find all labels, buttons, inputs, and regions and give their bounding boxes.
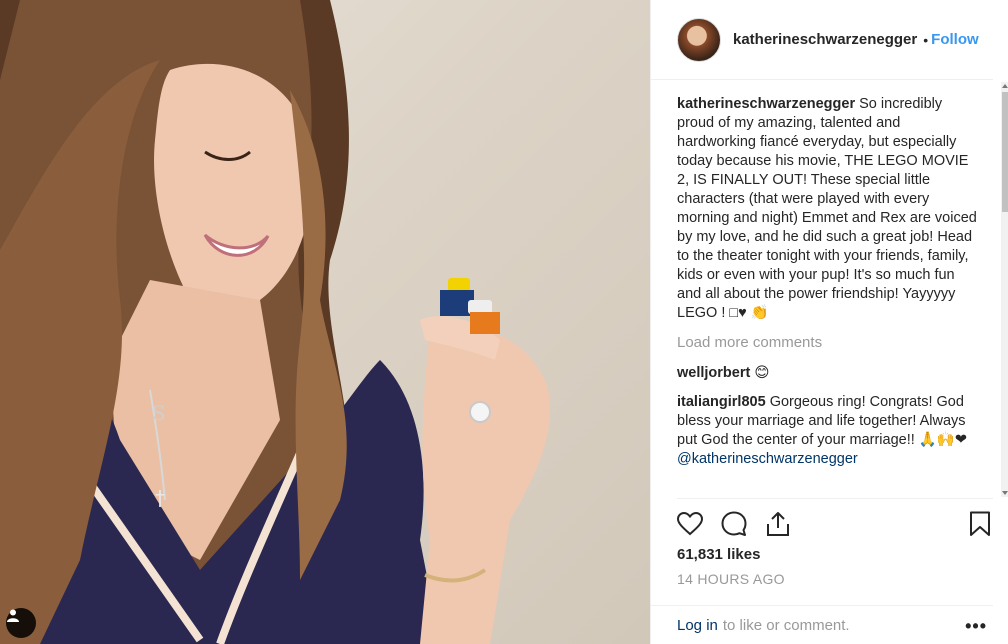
svg-text:†: † (155, 486, 165, 510)
load-more-comments-button[interactable]: Load more comments (677, 333, 982, 352)
post-side-panel: katherineschwarzenegger • Follow katheri… (650, 0, 1008, 644)
login-footer: Log in to like or comment. ••• (651, 605, 993, 644)
caption-text: So incredibly proud of my amazing, talen… (677, 96, 977, 321)
header-username[interactable]: katherineschwarzenegger (733, 31, 917, 48)
comment-text: 😊 (754, 365, 770, 381)
share-button[interactable] (763, 509, 793, 539)
comment-username[interactable]: welljorbert (677, 365, 750, 381)
list-item: italiangirl805 Gorgeous ring! Congrats! … (677, 393, 982, 469)
more-options-button[interactable]: ••• (965, 616, 987, 637)
user-tag-icon (7, 609, 19, 622)
login-link[interactable]: Log in (677, 617, 718, 634)
post-timestamp: 14 HOURS AGO (677, 571, 785, 587)
post-photo[interactable]: S † (0, 0, 650, 644)
likes-count[interactable]: 61,831 likes (677, 546, 760, 563)
comment-mention-link[interactable]: @katherineschwarzenegger (677, 450, 982, 469)
photo-illustration: S † (0, 0, 551, 644)
action-bar (677, 498, 993, 549)
share-icon (767, 512, 789, 536)
comment-button[interactable] (719, 509, 749, 539)
scroll-down-arrow[interactable] (1002, 491, 1008, 495)
caption: katherineschwarzenegger So incredibly pr… (677, 95, 982, 323)
list-item: welljorbert 😊 (677, 364, 982, 383)
caption-username[interactable]: katherineschwarzenegger (677, 96, 855, 112)
scroll-up-arrow[interactable] (1002, 84, 1008, 88)
comment-username[interactable]: italiangirl805 (677, 394, 766, 410)
comments-scrollbar[interactable] (1001, 82, 1008, 497)
heart-icon (677, 512, 703, 536)
comment-icon (721, 511, 747, 536)
separator-dot: • (923, 31, 929, 48)
bookmark-icon (970, 511, 990, 536)
svg-text:S: S (152, 401, 166, 425)
like-button[interactable] (675, 509, 705, 539)
save-button[interactable] (965, 509, 995, 539)
scroll-thumb[interactable] (1002, 92, 1008, 212)
avatar[interactable] (677, 17, 721, 62)
login-prompt-text: to like or comment. (722, 616, 850, 634)
post-header: katherineschwarzenegger • Follow (651, 0, 993, 80)
user-tag-button[interactable] (6, 608, 36, 638)
follow-button[interactable]: Follow (931, 31, 979, 48)
comments-list[interactable]: katherineschwarzenegger So incredibly pr… (677, 95, 982, 497)
